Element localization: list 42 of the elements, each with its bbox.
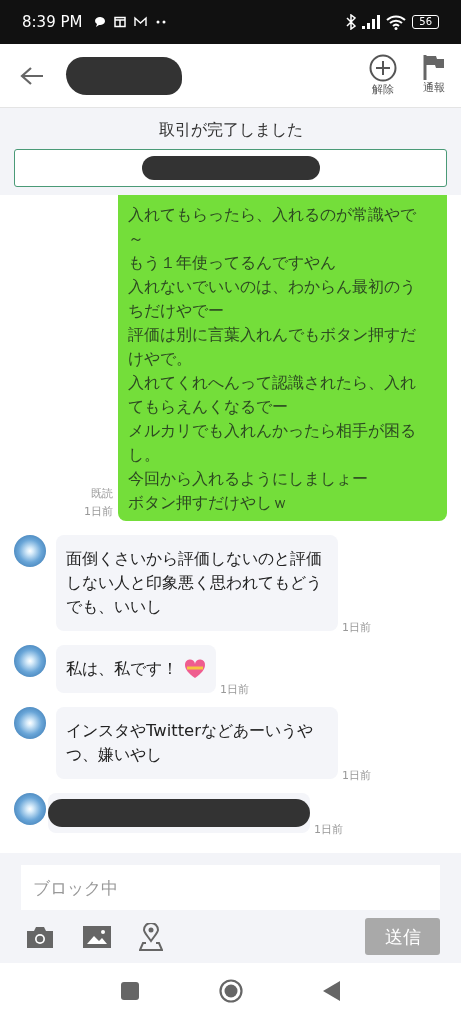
message-time: 1日前 xyxy=(314,822,343,837)
battery-level: 56 xyxy=(412,15,439,29)
more-dots-icon xyxy=(155,20,168,24)
message-line: 評価は別に言葉入れんでもボタン押すだけやで。 xyxy=(128,324,417,370)
message-time: 1日前 xyxy=(220,682,249,697)
read-receipt: 既読 xyxy=(91,486,113,502)
message-line: もう１年使ってるんですやん xyxy=(128,252,337,274)
message-time: 1日前 xyxy=(342,768,371,783)
mail-icon xyxy=(134,16,148,28)
message-line: 今回から入れるようにしましょー xyxy=(128,468,369,490)
bluetooth-icon xyxy=(346,14,357,30)
avatar xyxy=(14,707,46,739)
plus-circle-icon xyxy=(369,54,397,82)
message-line: 入れてくれへんって認識されたら、入れてもらえんくなるでー xyxy=(128,372,417,418)
message-text: インスタやTwitterなどあーいうやつ、嫌いやし xyxy=(66,720,314,766)
message-line: メルカリでも入れんかったら相手が困るし。 xyxy=(128,420,417,466)
message-line: 入れないでいいのは、わからん最初のうちだけやでー xyxy=(128,276,417,322)
message-time: 1日前 xyxy=(342,620,371,635)
home-icon[interactable] xyxy=(218,979,243,1003)
signal-icon xyxy=(362,15,381,29)
camera-icon[interactable] xyxy=(25,925,55,948)
message-text: 面倒くさいから評価しないのと評価しない人と印象悪く思われてもどうでも、いいし xyxy=(66,548,323,618)
avatar xyxy=(14,645,46,677)
message-text: 私は、私です！ xyxy=(66,658,178,680)
unblock-button[interactable]: 解除 xyxy=(369,54,397,97)
flag-icon xyxy=(423,54,445,80)
notice-title: 取引が完了しました xyxy=(158,120,303,141)
message-line: 入れてもらったら、入れるのが常識やで～ xyxy=(128,204,417,250)
map-pin-icon[interactable] xyxy=(139,922,163,951)
wifi-icon xyxy=(386,14,407,30)
avatar xyxy=(14,535,46,567)
clock: 8:39 PM xyxy=(22,13,83,31)
report-button[interactable]: 通報 xyxy=(423,54,445,97)
image-icon[interactable] xyxy=(83,925,111,948)
recent-apps-icon[interactable] xyxy=(120,982,139,1000)
message-time: 1日前 xyxy=(84,504,113,520)
back-icon[interactable] xyxy=(322,981,341,1001)
window-icon xyxy=(114,16,127,28)
avatar xyxy=(14,793,46,825)
back-arrow-icon[interactable] xyxy=(20,65,44,86)
chat-bubble-icon xyxy=(94,16,107,28)
message-line: ボタン押すだけやしｗ xyxy=(128,492,289,514)
